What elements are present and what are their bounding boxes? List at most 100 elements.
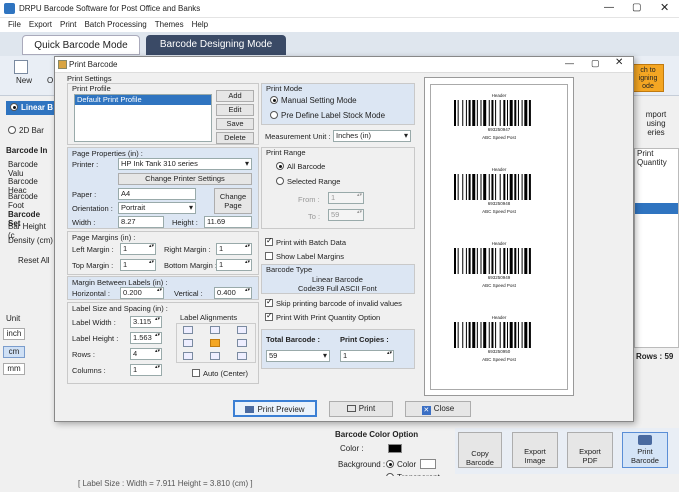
align-middle-left[interactable] [183,339,193,347]
manual-mode-radio[interactable]: Manual Setting Mode [270,96,357,105]
right-margin-field[interactable]: 1 [216,243,252,255]
align-middle-center[interactable] [210,339,220,347]
horizontal-field[interactable]: 0.200 [120,287,164,299]
series-grid[interactable]: Print Quantity [634,148,679,348]
width-field[interactable]: 8.27 [118,216,164,228]
unit-label: Unit [6,314,21,323]
printer-select[interactable]: HP Ink Tank 310 series [118,158,252,170]
label-height-field[interactable]: 1.563 [130,332,162,344]
new-button-label[interactable]: New [16,76,32,85]
bottom-margin-field[interactable]: 1 [216,259,252,271]
predefine-mode-radio[interactable]: Pre Define Label Stock Mode [270,111,385,120]
page-margins-group: Page Margins (in) : Left Margin : 1 Righ… [67,231,259,275]
top-margin-label: Top Margin : [72,261,114,270]
print-profile-group: Print Profile Default Print Profile Add … [67,83,259,145]
auto-center-checkbox[interactable]: Auto (Center) [192,369,248,378]
copy-barcode-button[interactable]: Copy Barcode [458,432,502,468]
unit-mm[interactable]: mm [3,363,25,375]
reset-all-button[interactable]: Reset All [18,256,50,265]
label-width-field[interactable]: 3.115 [130,316,162,328]
dialog-title: Print Barcode [69,60,118,69]
menu-themes[interactable]: Themes [155,18,184,32]
color-label: Color : [340,444,364,453]
export-pdf-button[interactable]: Export PDF [567,432,613,468]
show-margins-checkbox[interactable]: Show Label Margins [265,252,344,261]
print-quantity-checkbox[interactable]: Print With Print Quantity Option [265,311,380,322]
dialog-close-button[interactable]: ✕ [615,57,623,68]
align-bottom-right[interactable] [237,352,247,360]
skip-invalid-checkbox[interactable]: Skip printing barcode of invalid values [265,297,402,308]
barcode-type-group: Barcode Type Linear Barcode Code39 Full … [261,264,415,294]
change-page-button[interactable]: Change Page [214,188,252,214]
background-label: Background : [338,460,386,469]
top-margin-field[interactable]: 1 [120,259,156,271]
vertical-field[interactable]: 0.400 [214,287,252,299]
selected-row[interactable] [635,203,678,214]
menu-batch[interactable]: Batch Processing [84,18,146,32]
tab-barcode-designing[interactable]: Barcode Designing Mode [146,35,286,55]
align-bottom-left[interactable] [183,352,193,360]
align-bottom-center[interactable] [210,352,220,360]
menu-bar: File Export Print Batch Processing Themes Hel… [0,18,679,32]
columns-field[interactable]: 1 [130,364,162,376]
menu-export[interactable]: Export [29,18,52,32]
orientation-select[interactable]: Portrait [118,202,196,214]
print-barcode-line-1: Print [637,447,653,456]
linear-radio[interactable]: Linear B [6,101,54,115]
change-printer-settings-button[interactable]: Change Printer Settings [118,173,252,185]
delete-profile-button[interactable]: Delete [216,132,254,144]
print-barcode-button[interactable]: Print Barcode [622,432,668,468]
profile-item[interactable]: Default Print Profile [75,95,211,105]
total-barcode-field[interactable]: 59 [266,350,330,362]
quantity-column-header: Quantity [637,158,667,167]
unit-cm[interactable]: cm [3,346,25,358]
align-middle-right[interactable] [237,339,247,347]
selected-range-radio[interactable]: Selected Range [276,177,340,186]
2d-radio[interactable]: 2D Bar [8,126,44,135]
preview-label-footer: ABC Speed Post [482,357,516,362]
add-profile-button[interactable]: Add [216,90,254,102]
to-field[interactable]: 59 [328,209,364,221]
selected-range-label: Selected Range [287,177,341,186]
menu-help[interactable]: Help [192,18,208,32]
all-barcode-radio[interactable]: All Barcode [276,162,325,171]
print-button[interactable]: Print [329,401,393,417]
minimize-button[interactable]: — [604,2,614,13]
rows-field[interactable]: 4 [130,348,162,360]
menu-file[interactable]: File [8,18,21,32]
unit-inch[interactable]: inch [3,328,25,340]
print-copies-field[interactable]: 1 [340,350,394,362]
print-column-header: Print [637,149,654,158]
label-size-title: Label Size and Spacing (in) : [72,304,168,313]
print-batch-checkbox[interactable]: Print with Batch Data [265,236,346,247]
tab-quick-barcode[interactable]: Quick Barcode Mode [22,35,140,55]
paper-field[interactable]: A4 [118,188,196,200]
import-series-button[interactable]: mport using eries [636,110,676,137]
close-button[interactable]: ✕ Close [405,401,471,417]
export-image-button[interactable]: Export Image [512,432,558,468]
edit-profile-button[interactable]: Edit [216,104,254,116]
profile-list[interactable]: Default Print Profile [74,94,212,142]
print-icon [346,405,356,412]
align-top-left[interactable] [183,326,193,334]
print-preview-button[interactable]: Print Preview [233,400,317,417]
open-button-label[interactable]: O [47,76,53,85]
from-field[interactable]: 1 [328,192,364,204]
menu-print[interactable]: Print [60,18,76,32]
bg-swatch[interactable] [420,459,436,469]
switch-mode-button[interactable]: ch to igning ode [632,64,664,92]
left-margin-field[interactable]: 1 [120,243,156,255]
dialog-minimize-button[interactable]: — [565,58,574,68]
bg-color-radio[interactable]: Color [386,460,416,469]
align-top-right[interactable] [237,326,247,334]
preview-label-number: 693250947 [487,127,511,132]
measurement-unit-select[interactable]: Inches (in) [333,130,411,142]
align-top-center[interactable] [210,326,220,334]
color-swatch[interactable] [388,444,402,453]
printer-icon [638,435,652,445]
dialog-maximize-button[interactable]: ▢ [591,58,600,69]
close-window-button[interactable]: ✕ [660,1,669,14]
save-profile-button[interactable]: Save [216,118,254,130]
maximize-button[interactable]: ▢ [632,2,641,13]
height-field[interactable]: 11.69 [204,216,252,228]
